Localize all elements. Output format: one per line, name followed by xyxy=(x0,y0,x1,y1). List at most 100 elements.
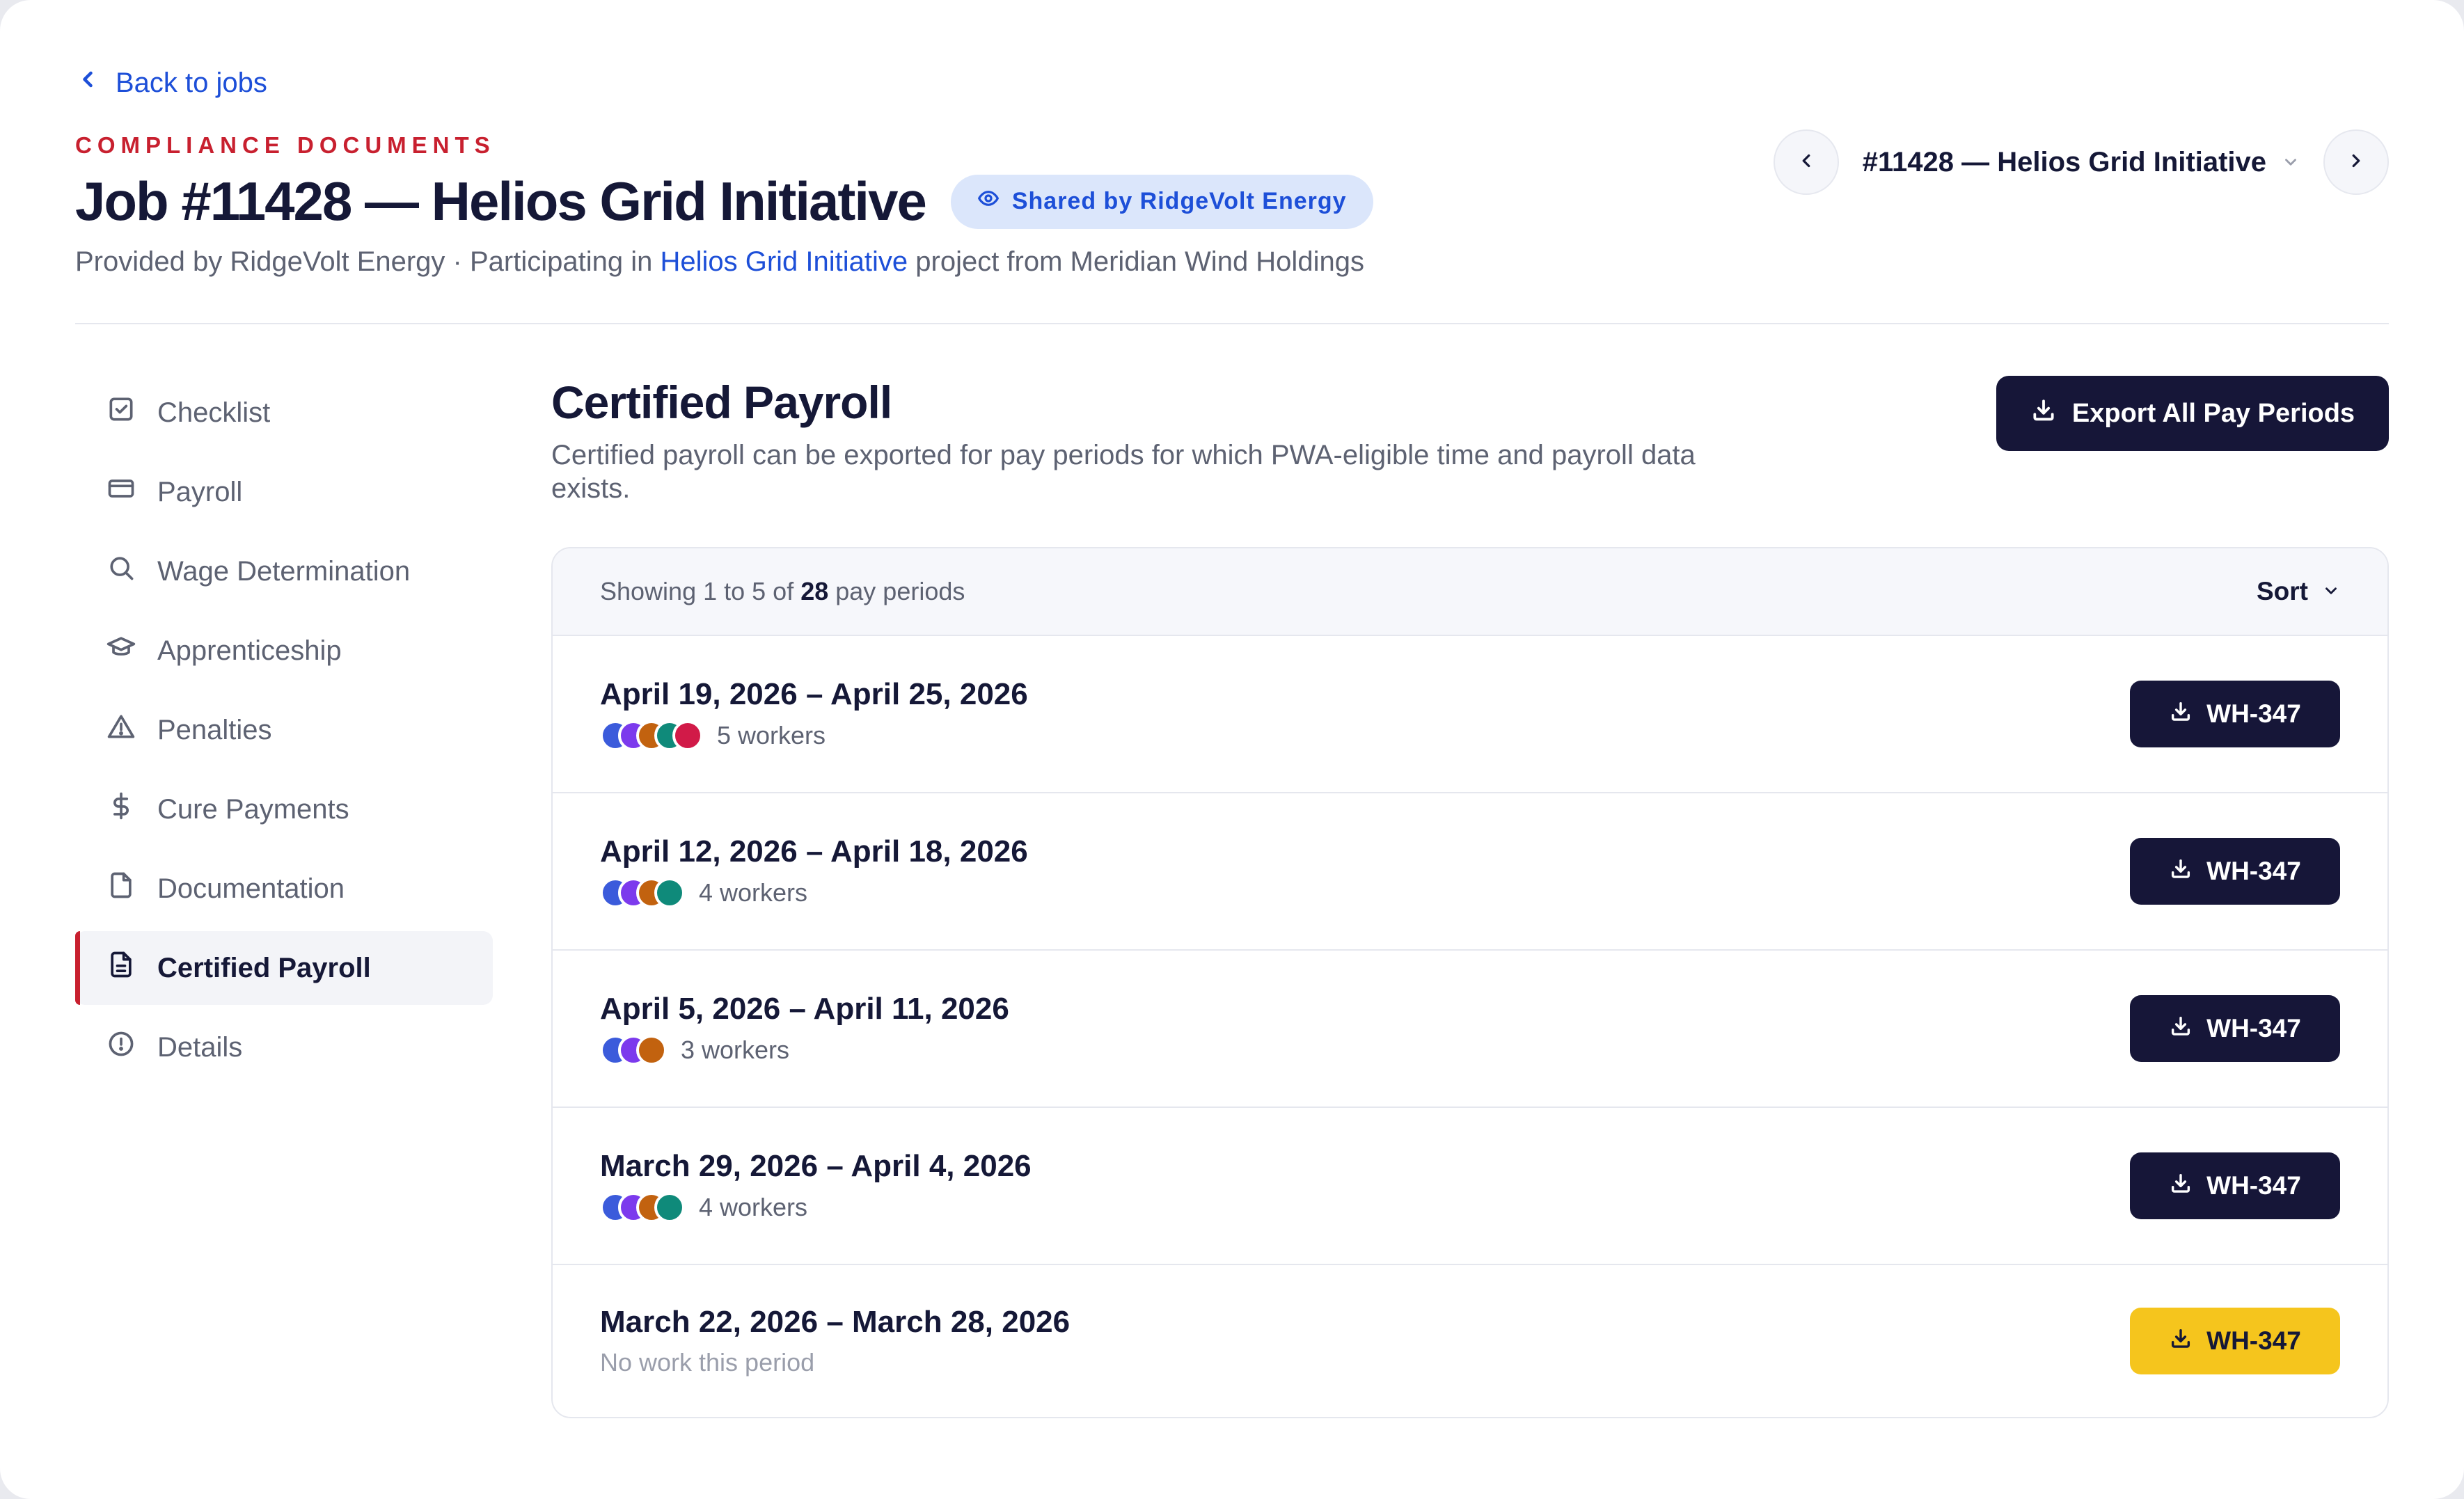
pay-period-info: March 29, 2026 – April 4, 2026 4 workers xyxy=(600,1149,1032,1223)
subtitle-suffix: project from Meridian Wind Holdings xyxy=(908,246,1364,277)
section-description: Certified payroll can be exported for pa… xyxy=(551,440,1696,504)
wh-347-label: WH-347 xyxy=(2206,1171,2301,1200)
pay-period-info: April 19, 2026 – April 25, 2026 5 worker… xyxy=(600,677,1028,751)
sidebar-item-apprenticeship[interactable]: Apprenticeship xyxy=(75,614,493,688)
chevron-left-icon xyxy=(1796,150,1817,175)
wh-347-download-button[interactable]: WH-347 xyxy=(2130,838,2340,905)
table-row: April 12, 2026 – April 18, 2026 4 worker… xyxy=(553,793,2387,951)
pay-periods-table: Showing 1 to 5 of 28 pay periods Sort Ap… xyxy=(551,547,2389,1418)
sidebar-item-label: Details xyxy=(157,1031,243,1063)
wh-347-label: WH-347 xyxy=(2206,1326,2301,1355)
header-divider xyxy=(75,323,2389,324)
title-row: Job #11428 — Helios Grid Initiative Shar… xyxy=(75,170,1373,233)
sidebar-item-label: Penalties xyxy=(157,714,272,745)
sidebar-item-label: Wage Determination xyxy=(157,555,411,587)
sort-dropdown[interactable]: Sort xyxy=(2257,577,2340,606)
worker-avatars xyxy=(600,720,703,751)
pay-period-info: April 12, 2026 – April 18, 2026 4 worker… xyxy=(600,834,1028,908)
warning-icon xyxy=(106,711,136,749)
export-all-button[interactable]: Export All Pay Periods xyxy=(1996,376,2389,451)
file-icon xyxy=(106,870,136,907)
page-subtitle: Provided by RidgeVolt Energy · Participa… xyxy=(75,246,1364,278)
sidebar-item-details[interactable]: Details xyxy=(75,1010,493,1084)
pay-period-info: April 5, 2026 – April 11, 2026 3 workers xyxy=(600,992,1009,1065)
sidebar-item-label: Apprenticeship xyxy=(157,635,342,666)
job-selector-dropdown[interactable]: #11428 — Helios Grid Initiative xyxy=(1857,147,2305,178)
back-to-jobs-link[interactable]: Back to jobs xyxy=(75,67,267,99)
sidebar-item-label: Documentation xyxy=(157,873,345,904)
pay-period-range: March 29, 2026 – April 4, 2026 xyxy=(600,1149,1032,1183)
shared-badge-label: Shared by RidgeVolt Energy xyxy=(1011,188,1347,214)
project-link[interactable]: Helios Grid Initiative xyxy=(660,246,908,277)
dollar-icon xyxy=(106,791,136,828)
job-selector-label: #11428 — Helios Grid Initiative xyxy=(1862,146,2266,177)
chevron-left-icon xyxy=(75,67,100,99)
sidebar-item-penalties[interactable]: Penalties xyxy=(75,693,493,767)
download-icon xyxy=(2169,699,2193,729)
pay-period-range: April 12, 2026 – April 18, 2026 xyxy=(600,834,1028,869)
worker-count: 5 workers xyxy=(717,721,826,750)
document-text-icon xyxy=(106,949,136,987)
next-job-button[interactable] xyxy=(2323,129,2389,195)
no-work-note: No work this period xyxy=(600,1348,815,1377)
sidebar-item-payroll[interactable]: Payroll xyxy=(75,455,493,529)
download-icon xyxy=(2169,1326,2193,1356)
summary-total: 28 xyxy=(800,577,829,605)
pay-period-range: April 19, 2026 – April 25, 2026 xyxy=(600,677,1028,711)
table-header: Showing 1 to 5 of 28 pay periods Sort xyxy=(553,548,2387,636)
sidebar-nav: Checklist Payroll Wage Determination App… xyxy=(75,376,493,1090)
table-row: March 29, 2026 – April 4, 2026 4 workers xyxy=(553,1108,2387,1265)
chevron-down-icon xyxy=(2322,577,2340,606)
wh-347-download-button[interactable]: WH-347 xyxy=(2130,1308,2340,1374)
back-to-jobs-label: Back to jobs xyxy=(116,67,267,98)
sidebar-item-documentation[interactable]: Documentation xyxy=(75,852,493,926)
wh-347-download-button[interactable]: WH-347 xyxy=(2130,995,2340,1062)
download-icon xyxy=(2169,857,2193,887)
summary-prefix: Showing 1 to 5 of xyxy=(600,577,801,605)
download-icon xyxy=(2030,397,2057,430)
sidebar-item-wage-determination[interactable]: Wage Determination xyxy=(75,534,493,608)
sidebar-item-checklist[interactable]: Checklist xyxy=(75,376,493,450)
sidebar-item-label: Payroll xyxy=(157,476,243,507)
worker-summary: 4 workers xyxy=(600,1192,1032,1223)
card-icon xyxy=(106,473,136,511)
pay-period-range: April 5, 2026 – April 11, 2026 xyxy=(600,992,1009,1026)
avatar xyxy=(654,878,685,908)
info-circle-icon xyxy=(106,1029,136,1066)
page-card: Back to jobs COMPLIANCE DOCUMENTS Job #1… xyxy=(0,0,2464,1499)
wh-347-label: WH-347 xyxy=(2206,857,2301,885)
download-icon xyxy=(2169,1014,2193,1044)
summary-suffix: pay periods xyxy=(828,577,965,605)
sidebar-item-cure-payments[interactable]: Cure Payments xyxy=(75,772,493,846)
job-switcher: #11428 — Helios Grid Initiative xyxy=(1773,129,2389,195)
worker-count: 4 workers xyxy=(699,1193,808,1221)
worker-count: 4 workers xyxy=(699,878,808,907)
table-row: April 5, 2026 – April 11, 2026 3 workers xyxy=(553,951,2387,1108)
graduation-cap-icon xyxy=(106,632,136,669)
previous-job-button[interactable] xyxy=(1773,129,1839,195)
avatar xyxy=(672,720,703,751)
sidebar-item-certified-payroll[interactable]: Certified Payroll xyxy=(75,931,493,1005)
section-eyebrow: COMPLIANCE DOCUMENTS xyxy=(75,132,496,158)
chevron-right-icon xyxy=(2346,150,2367,175)
worker-summary: 3 workers xyxy=(600,1035,1009,1065)
wh-347-label: WH-347 xyxy=(2206,1014,2301,1042)
worker-count: 3 workers xyxy=(681,1036,790,1064)
download-icon xyxy=(2169,1171,2193,1201)
shared-badge: Shared by RidgeVolt Energy xyxy=(950,174,1373,229)
section-title: Certified Payroll xyxy=(551,376,892,428)
table-row: March 22, 2026 – March 28, 2026 No work … xyxy=(553,1265,2387,1417)
chevron-down-icon xyxy=(2282,147,2300,178)
pagination-summary: Showing 1 to 5 of 28 pay periods xyxy=(600,577,965,606)
pay-period-range: March 22, 2026 – March 28, 2026 xyxy=(600,1305,1071,1339)
eye-icon xyxy=(977,187,1000,216)
avatar xyxy=(654,1192,685,1223)
sidebar-item-label: Checklist xyxy=(157,397,271,428)
worker-avatars xyxy=(600,1192,685,1223)
wh-347-download-button[interactable]: WH-347 xyxy=(2130,1152,2340,1219)
search-icon xyxy=(106,553,136,590)
wh-347-label: WH-347 xyxy=(2206,699,2301,728)
wh-347-download-button[interactable]: WH-347 xyxy=(2130,681,2340,747)
checklist-icon xyxy=(106,394,136,431)
worker-summary: 5 workers xyxy=(600,720,1028,751)
